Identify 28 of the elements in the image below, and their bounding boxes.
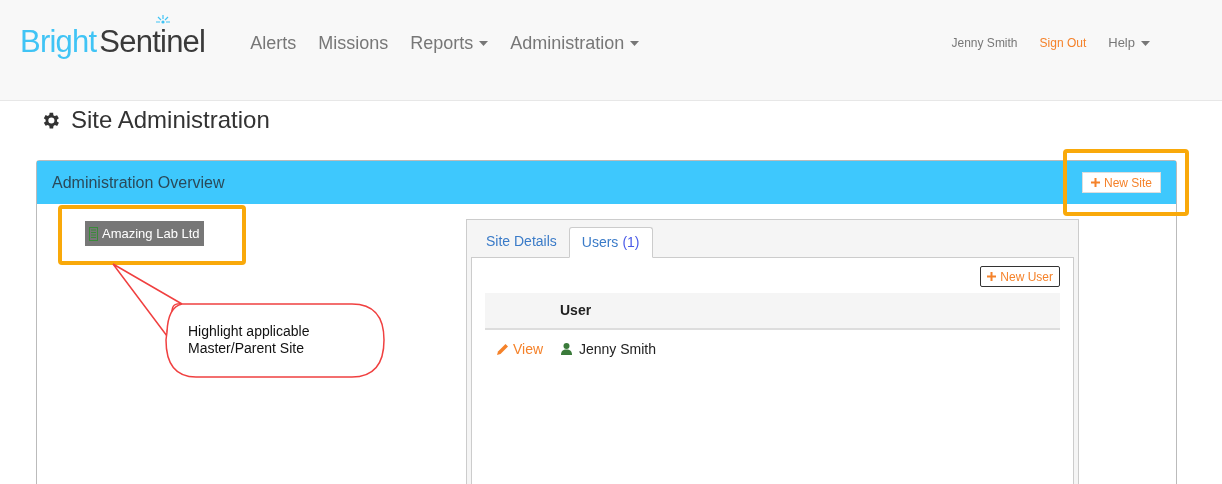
caret-icon — [630, 40, 640, 46]
page-title: Site Administration — [71, 105, 270, 135]
tab[interactable]: Site Details — [474, 226, 569, 257]
building-icon — [89, 226, 98, 241]
table-cell-text: Jenny Smith — [579, 339, 657, 359]
callout-text: Highlight applicable Master/Parent Site — [188, 323, 311, 357]
panel-title: Administration Overview — [52, 172, 225, 193]
nav-link[interactable]: Missions — [318, 29, 389, 57]
tree-item[interactable]: Amazing Lab Ltd — [85, 221, 204, 246]
tab[interactable]: Users (1) — [568, 227, 653, 258]
caret-icon — [1141, 40, 1150, 46]
user-icon — [561, 343, 572, 355]
nav-link[interactable]: Reports — [410, 29, 489, 57]
new-user-button[interactable]: New User — [980, 266, 1060, 287]
plus-icon — [1090, 178, 1100, 187]
new-site-button[interactable]: New Site — [1081, 172, 1161, 193]
logo[interactable]: BrightSentinel — [20, 18, 206, 66]
view-link[interactable]: View — [497, 338, 561, 360]
pencil-icon — [497, 343, 509, 355]
user-name: Jenny Smith — [951, 35, 1018, 52]
plus-icon — [987, 272, 997, 281]
nav-link[interactable]: Administration — [510, 29, 640, 57]
sparkle-icon — [155, 14, 172, 25]
sign-out-link[interactable]: Sign Out — [1039, 34, 1087, 52]
help-menu[interactable]: Help — [1108, 33, 1150, 53]
nav-link[interactable]: Alerts — [250, 29, 297, 57]
column-header: User — [560, 301, 592, 320]
caret-icon — [479, 40, 489, 46]
